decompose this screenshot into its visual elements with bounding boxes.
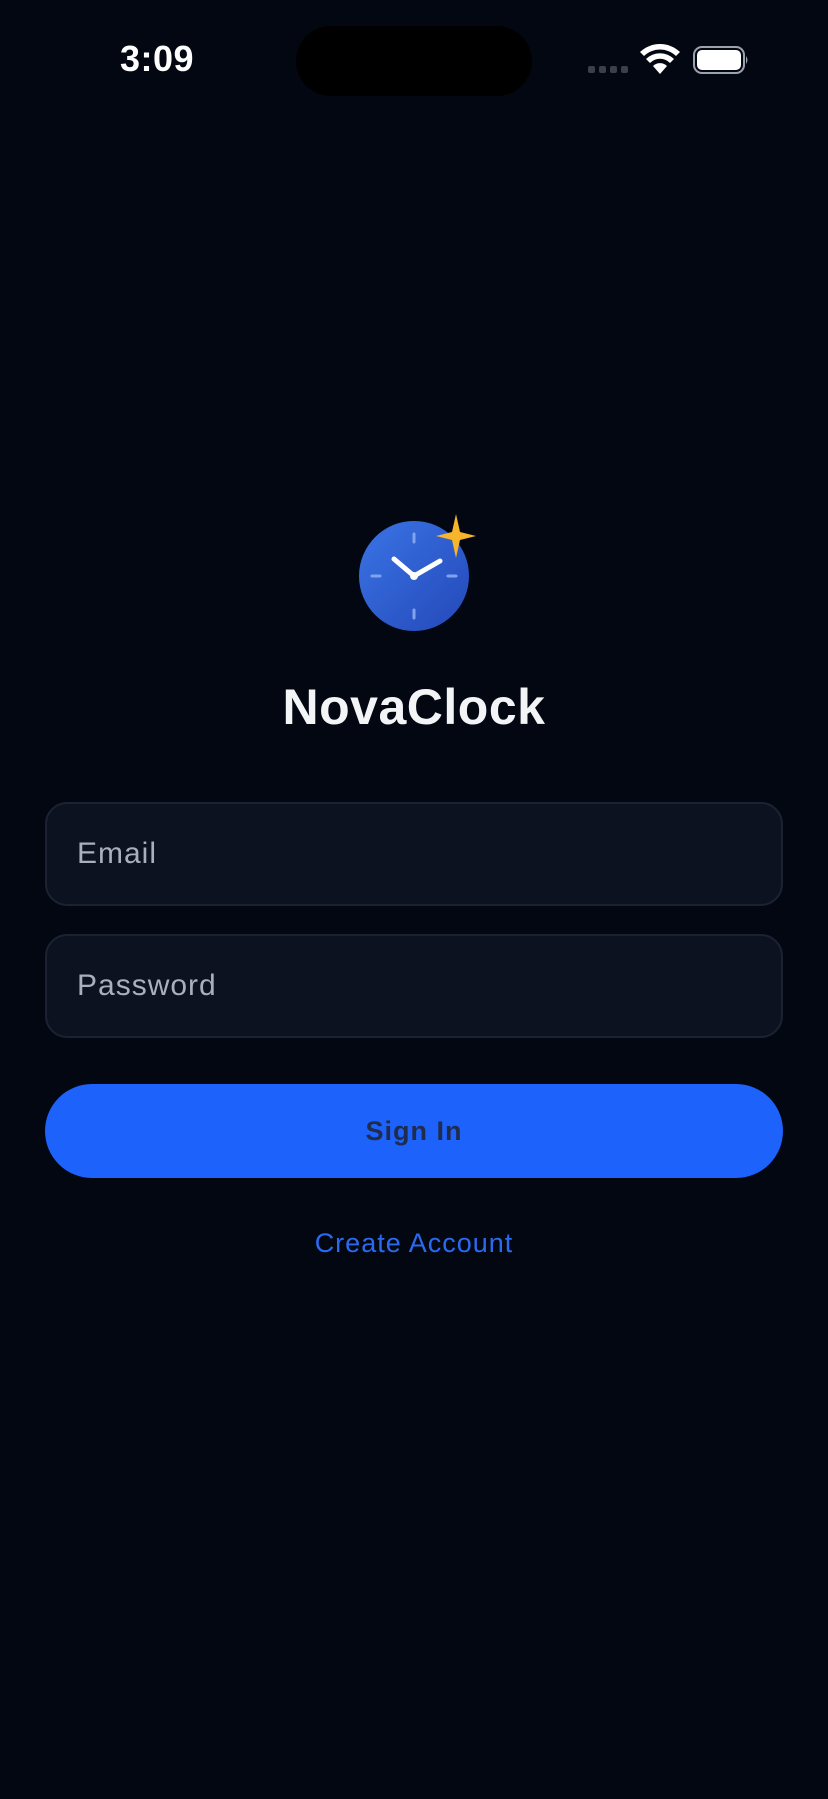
create-account-row: Create Account — [0, 1228, 828, 1259]
email-input[interactable] — [47, 804, 781, 904]
cellular-signal-icon — [588, 66, 628, 73]
status-time: 3:09 — [120, 38, 195, 79]
app-title: NovaClock — [282, 679, 546, 735]
sign-in-button[interactable]: Sign In — [45, 1084, 783, 1178]
password-input[interactable] — [47, 936, 781, 1036]
wifi-icon — [640, 44, 680, 74]
status-bar: 3:09 — [0, 0, 828, 120]
dynamic-island — [296, 26, 532, 96]
password-field[interactable] — [45, 934, 783, 1038]
email-field[interactable] — [45, 802, 783, 906]
clock-sparkle-icon — [359, 514, 476, 631]
create-account-link[interactable]: Create Account — [315, 1228, 514, 1258]
battery-icon — [693, 46, 748, 74]
